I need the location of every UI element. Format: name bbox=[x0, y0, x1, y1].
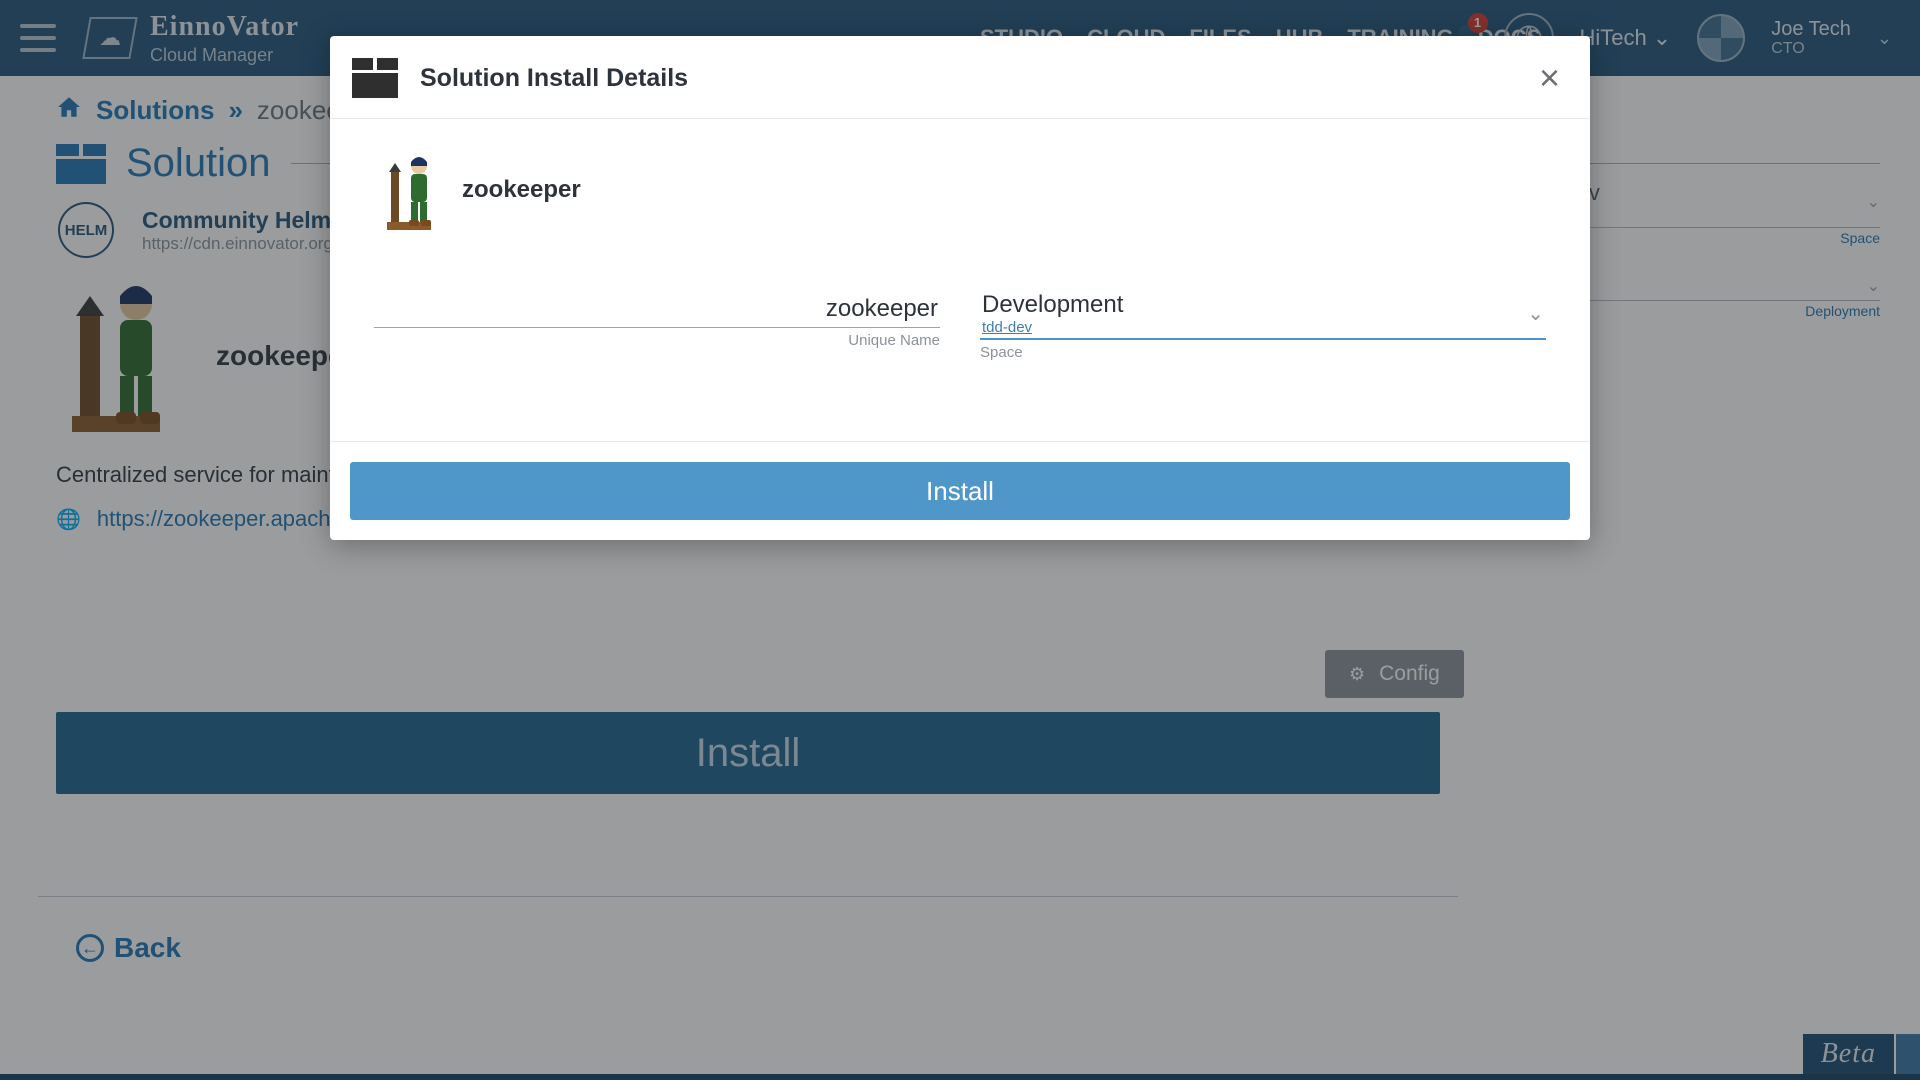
install-modal: Solution Install Details × bbox=[330, 36, 1590, 540]
modal-footer: Install bbox=[330, 441, 1590, 540]
close-icon[interactable]: × bbox=[1539, 60, 1560, 96]
unique-name-hint: Unique Name bbox=[374, 332, 940, 349]
unique-name-field: Unique Name bbox=[374, 291, 940, 361]
space-select[interactable]: Development tdd-dev ⌄ bbox=[980, 291, 1546, 340]
package-icon bbox=[352, 58, 398, 98]
modal-solution-name: zookeeper bbox=[462, 176, 581, 204]
solution-logo-icon bbox=[374, 145, 444, 235]
unique-name-input[interactable] bbox=[374, 291, 940, 328]
modal-install-button[interactable]: Install bbox=[350, 462, 1570, 520]
space-hint: Space bbox=[980, 344, 1546, 361]
chevron-down-icon: ⌄ bbox=[1527, 301, 1544, 326]
space-subvalue: tdd-dev bbox=[982, 319, 1123, 336]
modal-overlay[interactable]: Solution Install Details × bbox=[0, 0, 1920, 1080]
modal-form: Unique Name Development tdd-dev ⌄ Space bbox=[374, 291, 1546, 361]
modal-header: Solution Install Details × bbox=[330, 36, 1590, 119]
space-field: Development tdd-dev ⌄ Space bbox=[980, 291, 1546, 361]
modal-solution-row: zookeeper bbox=[374, 145, 1546, 235]
modal-body: zookeeper Unique Name Development tdd-de… bbox=[330, 119, 1590, 441]
space-value: Development bbox=[982, 291, 1123, 319]
modal-title: Solution Install Details bbox=[420, 64, 688, 93]
